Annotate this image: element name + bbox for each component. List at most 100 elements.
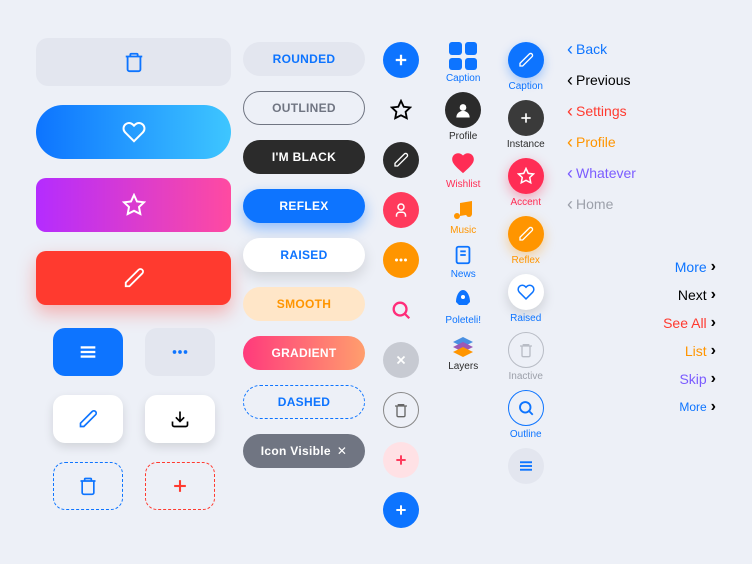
plus-pink-circle[interactable]	[383, 442, 419, 478]
accent-item[interactable]: Accent	[508, 158, 544, 208]
menu-circle-button[interactable]	[508, 448, 544, 484]
home-link[interactable]: ‹Home	[567, 195, 613, 213]
smooth-pill[interactable]: SMOOTH	[243, 287, 365, 321]
rocket-icon	[451, 288, 475, 312]
plus-icon	[393, 502, 409, 518]
star-outline-button[interactable]	[383, 92, 419, 128]
chevron-right-icon: ›	[711, 342, 716, 360]
gradient-pill[interactable]: GRADIENT	[243, 336, 365, 370]
black-pill[interactable]: I'M BLACK	[243, 140, 365, 174]
layers-icon	[451, 334, 475, 358]
person-red-circle[interactable]	[383, 192, 419, 228]
star-icon	[508, 158, 544, 194]
dots-icon	[169, 341, 191, 363]
news-icon	[452, 244, 474, 266]
settings-link[interactable]: ‹Settings	[567, 102, 627, 120]
news-item[interactable]: News	[451, 244, 476, 280]
trash-icon	[393, 402, 409, 418]
chevron-right-icon: ›	[711, 314, 716, 332]
chevron-right-icon: ›	[711, 258, 716, 276]
heart-icon	[508, 274, 544, 310]
star-icon	[390, 99, 412, 121]
pencil-icon	[393, 152, 409, 168]
music-icon	[451, 198, 475, 222]
profile-item[interactable]: Profile	[445, 92, 481, 142]
chevron-left-icon: ‹	[567, 133, 573, 151]
instance-item[interactable]: Instance	[507, 100, 545, 150]
download-button[interactable]	[145, 395, 215, 443]
plus-circle-button[interactable]	[383, 42, 419, 78]
close-icon	[394, 353, 408, 367]
whatever-link[interactable]: ‹Whatever	[567, 164, 636, 182]
inactive-item[interactable]: Inactive	[508, 332, 544, 382]
search-icon	[390, 299, 412, 321]
chevron-left-icon: ‹	[567, 164, 573, 182]
layers-item[interactable]: Layers	[448, 334, 478, 372]
pencil-icon	[508, 216, 544, 252]
dots-orange-circle[interactable]	[383, 242, 419, 278]
outline-item[interactable]: Outline	[508, 390, 544, 440]
edit-button[interactable]	[36, 251, 231, 305]
plus-icon	[508, 100, 544, 136]
raised-pill[interactable]: RAISED	[243, 238, 365, 272]
dashed-pill[interactable]: DASHED	[243, 385, 365, 419]
music-item[interactable]: Music	[450, 198, 476, 236]
person-icon	[392, 201, 410, 219]
wishlist-item[interactable]: Wishlist	[446, 150, 480, 190]
heart-button[interactable]	[36, 105, 231, 159]
profile-link[interactable]: ‹Profile	[567, 133, 616, 151]
skip-link[interactable]: Skip›	[679, 370, 716, 388]
menu-button[interactable]	[53, 328, 123, 376]
menu-icon	[517, 457, 535, 475]
close-grey-circle[interactable]	[383, 342, 419, 378]
chevron-right-icon: ›	[711, 398, 716, 416]
outlined-pill[interactable]: OUTLINED	[243, 91, 365, 125]
trash-button[interactable]	[36, 38, 231, 86]
search-circle[interactable]	[383, 292, 419, 328]
see-all-link[interactable]: See All›	[663, 314, 716, 332]
chevron-left-icon: ‹	[567, 40, 573, 58]
close-icon: ✕	[337, 444, 347, 458]
chevron-right-icon: ›	[711, 370, 716, 388]
rocket-item[interactable]: Poleteli!	[445, 288, 481, 326]
pencil-icon	[123, 267, 145, 289]
menu-icon	[77, 341, 99, 363]
plus-blue-circle[interactable]	[383, 492, 419, 528]
chevron-right-icon: ›	[711, 286, 716, 304]
trash-icon	[508, 332, 544, 368]
list-link[interactable]: List›	[685, 342, 716, 360]
star-icon	[122, 193, 146, 217]
more-button[interactable]	[145, 328, 215, 376]
heart-icon	[450, 150, 476, 176]
star-button[interactable]	[36, 178, 231, 232]
previous-link[interactable]: ‹Previous	[567, 71, 630, 89]
grid-item[interactable]: Caption	[446, 42, 480, 84]
raised-item[interactable]: Raised	[508, 274, 544, 324]
caption-circle-item[interactable]: Caption	[508, 42, 544, 92]
rounded-pill[interactable]: ROUNDED	[243, 42, 365, 76]
trash-dashed-button[interactable]	[53, 462, 123, 510]
reflex-item[interactable]: Reflex	[508, 216, 544, 266]
trash-icon	[78, 476, 98, 496]
heart-icon	[122, 120, 146, 144]
reflex-pill[interactable]: REFLEX	[243, 189, 365, 223]
plus-dashed-button[interactable]	[145, 462, 215, 510]
search-icon	[508, 390, 544, 426]
next-link[interactable]: Next›	[678, 286, 716, 304]
trash-outline-circle[interactable]	[383, 392, 419, 428]
trash-icon	[123, 51, 145, 73]
dots-icon	[392, 251, 410, 269]
plus-icon	[170, 476, 190, 496]
plus-icon	[393, 452, 409, 468]
grid-icon	[449, 42, 477, 70]
chevron-left-icon: ‹	[567, 195, 573, 213]
profile-icon	[445, 92, 481, 128]
icon-visible-pill[interactable]: Icon Visible✕	[243, 434, 365, 468]
chevron-left-icon: ‹	[567, 71, 573, 89]
more-link[interactable]: More›	[675, 258, 716, 276]
back-link[interactable]: ‹Back	[567, 40, 607, 58]
edit-black-circle[interactable]	[383, 142, 419, 178]
edit-card-button[interactable]	[53, 395, 123, 443]
more2-link[interactable]: More›	[679, 398, 716, 416]
plus-icon	[392, 51, 410, 69]
